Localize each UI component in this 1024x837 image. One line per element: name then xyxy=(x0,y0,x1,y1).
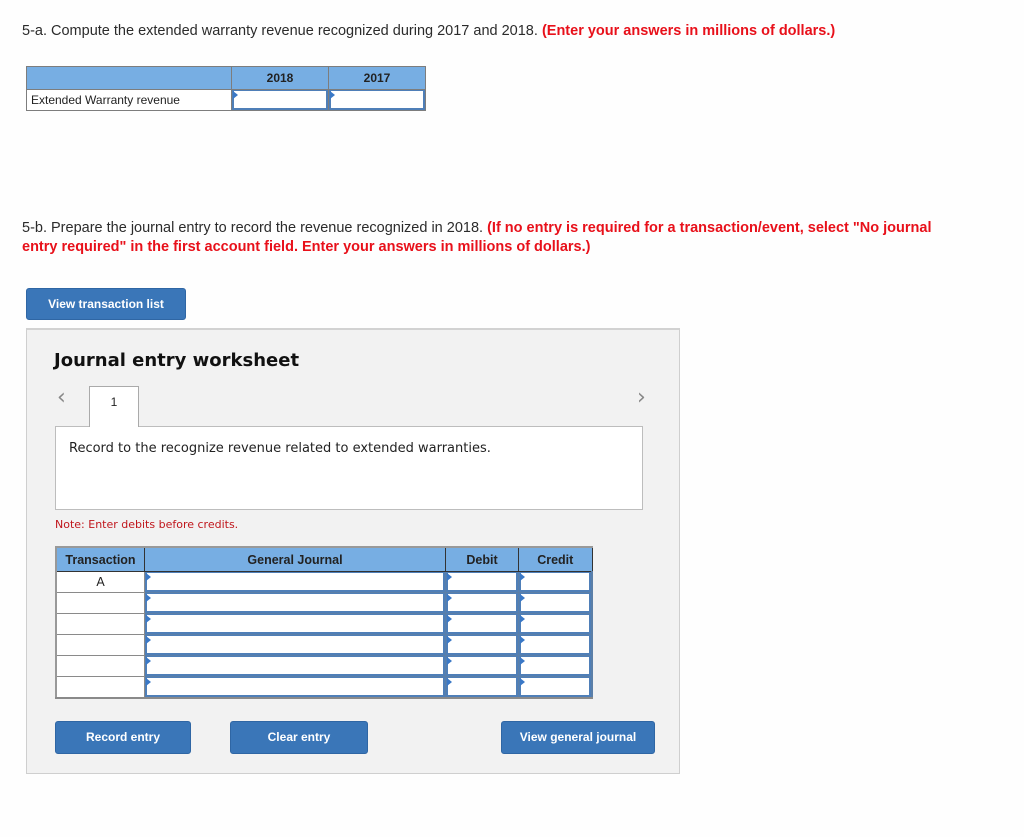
revenue-2018-input[interactable] xyxy=(232,90,328,110)
tab-1[interactable]: 1 xyxy=(89,386,139,427)
table-row xyxy=(55,634,593,656)
account-input[interactable] xyxy=(145,593,445,613)
debit-input[interactable] xyxy=(446,572,518,592)
table-row: A xyxy=(55,571,593,593)
table-row xyxy=(55,592,593,614)
worksheet-title: Journal entry worksheet xyxy=(54,350,300,371)
warranty-revenue-table: 2018 2017 Extended Warranty revenue xyxy=(26,66,426,111)
transaction-label xyxy=(55,592,145,614)
transaction-description: Record to the recognize revenue related … xyxy=(69,441,491,456)
account-input[interactable] xyxy=(145,677,445,697)
account-input[interactable] xyxy=(145,656,445,676)
credit-cell xyxy=(518,592,593,614)
debit-input[interactable] xyxy=(446,677,518,697)
debits-note: Note: Enter debits before credits. xyxy=(55,518,239,531)
table-row xyxy=(55,676,593,699)
account-cell xyxy=(144,634,446,656)
debit-cell xyxy=(445,613,519,635)
row-label: Extended Warranty revenue xyxy=(26,89,232,111)
debit-cell xyxy=(445,571,519,593)
table-row xyxy=(55,655,593,677)
credit-input[interactable] xyxy=(519,593,591,613)
debit-cell xyxy=(445,676,519,699)
header-2017: 2017 xyxy=(328,66,426,90)
general-journal-table: Transaction General Journal Debit Credit… xyxy=(55,546,593,699)
credit-input[interactable] xyxy=(519,572,591,592)
chevron-right-icon[interactable]: › xyxy=(637,385,646,410)
revenue-2017-cell xyxy=(328,89,426,111)
transaction-label: A xyxy=(55,571,145,593)
header-blank xyxy=(26,66,232,90)
credit-input[interactable] xyxy=(519,656,591,676)
journal-entry-worksheet: Journal entry worksheet ‹ › 1 Record to … xyxy=(26,328,680,774)
header-credit: Credit xyxy=(518,546,593,572)
view-general-journal-button[interactable]: View general journal xyxy=(501,721,655,754)
credit-cell xyxy=(518,655,593,677)
record-entry-button[interactable]: Record entry xyxy=(55,721,191,754)
debit-input[interactable] xyxy=(446,635,518,655)
credit-cell xyxy=(518,676,593,699)
account-cell xyxy=(144,571,446,593)
credit-cell xyxy=(518,634,593,656)
debit-cell xyxy=(445,655,519,677)
credit-cell xyxy=(518,571,593,593)
journal-header-row: Transaction General Journal Debit Credit xyxy=(55,546,593,572)
account-cell xyxy=(144,592,446,614)
transaction-description-box: Record to the recognize revenue related … xyxy=(55,426,643,510)
credit-input[interactable] xyxy=(519,635,591,655)
header-debit: Debit xyxy=(445,546,519,572)
question-5b: 5-b. Prepare the journal entry to record… xyxy=(22,219,952,257)
clear-entry-button[interactable]: Clear entry xyxy=(230,721,368,754)
warranty-revenue-header-row: 2018 2017 xyxy=(26,66,426,90)
chevron-left-icon[interactable]: ‹ xyxy=(57,385,66,410)
account-input[interactable] xyxy=(145,614,445,634)
account-cell xyxy=(144,613,446,635)
transaction-label xyxy=(55,655,145,677)
table-row xyxy=(55,613,593,635)
debit-input[interactable] xyxy=(446,656,518,676)
header-transaction: Transaction xyxy=(55,546,145,572)
header-2018: 2018 xyxy=(231,66,329,90)
debit-cell xyxy=(445,634,519,656)
view-transaction-list-button[interactable]: View transaction list xyxy=(26,288,186,320)
account-cell xyxy=(144,676,446,699)
table-row: Extended Warranty revenue xyxy=(26,89,426,111)
revenue-2017-input[interactable] xyxy=(329,90,425,110)
transaction-label xyxy=(55,634,145,656)
debit-input[interactable] xyxy=(446,614,518,634)
debit-input[interactable] xyxy=(446,593,518,613)
account-input[interactable] xyxy=(145,572,445,592)
revenue-2018-cell xyxy=(231,89,329,111)
question-5a: 5-a. Compute the extended warranty reven… xyxy=(22,22,835,41)
account-input[interactable] xyxy=(145,635,445,655)
question-5b-prompt: 5-b. Prepare the journal entry to record… xyxy=(22,220,484,236)
transaction-label xyxy=(55,613,145,635)
question-5a-instruction: (Enter your answers in millions of dolla… xyxy=(541,23,836,39)
debit-cell xyxy=(445,592,519,614)
credit-cell xyxy=(518,613,593,635)
account-cell xyxy=(144,655,446,677)
transaction-label xyxy=(55,676,145,699)
credit-input[interactable] xyxy=(519,677,591,697)
question-5a-prompt: 5-a. Compute the extended warranty reven… xyxy=(22,23,538,39)
header-general-journal: General Journal xyxy=(144,546,446,572)
credit-input[interactable] xyxy=(519,614,591,634)
